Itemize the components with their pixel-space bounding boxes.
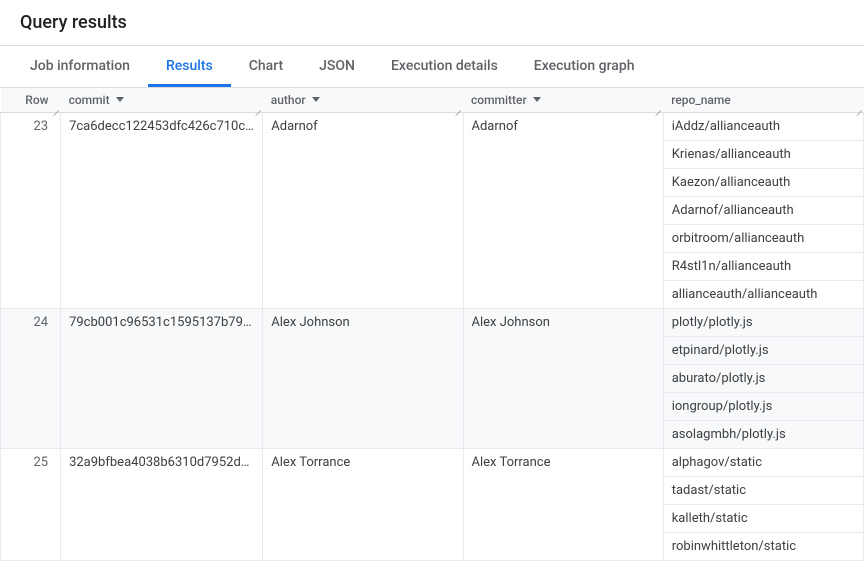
col-header-row[interactable]: Row: [1, 88, 61, 112]
table-row: 2479cb001c96531c1595137b79b...Alex Johns…: [1, 308, 864, 336]
cell-repo-name: Kaezon/allianceauth: [663, 168, 863, 196]
cell-repo-name: tadast/static: [663, 476, 863, 504]
chevron-down-icon[interactable]: [312, 97, 320, 102]
cell-committer: Alex Torrance: [463, 448, 663, 560]
tab-results[interactable]: Results: [148, 46, 231, 87]
cell-repo-name: kalleth/static: [663, 504, 863, 532]
tab-chart[interactable]: Chart: [231, 46, 301, 87]
col-header-commit-label: commit: [69, 93, 110, 107]
cell-repo-name: etpinard/plotly.js: [663, 336, 863, 364]
cell-repo-name: iongroup/plotly.js: [663, 392, 863, 420]
cell-author: Alex Johnson: [263, 308, 463, 448]
cell-repo-name: Krienas/allianceauth: [663, 140, 863, 168]
cell-repo-name: asolagmbh/plotly.js: [663, 420, 863, 448]
cell-repo-name: aburato/plotly.js: [663, 364, 863, 392]
cell-repo-name: iAddz/allianceauth: [663, 112, 863, 140]
table-row: 237ca6decc122453dfc426c710c9...AdarnofAd…: [1, 112, 864, 140]
cell-repo-name: robinwhittleton/static: [663, 532, 863, 560]
col-header-author-label: author: [271, 93, 306, 107]
cell-repo-name: plotly/plotly.js: [663, 308, 863, 336]
chevron-down-icon[interactable]: [533, 97, 541, 102]
resize-handle-icon[interactable]: [653, 103, 661, 111]
cell-commit: 32a9bfbea4038b6310d7952d1...: [61, 448, 263, 560]
results-table: Row commit author committer: [0, 88, 864, 561]
tab-json[interactable]: JSON: [301, 46, 373, 87]
cell-author: Alex Torrance: [263, 448, 463, 560]
col-header-repo-name[interactable]: repo_name: [663, 88, 863, 112]
tab-execution-details[interactable]: Execution details: [373, 46, 516, 87]
col-header-committer[interactable]: committer: [463, 88, 663, 112]
tab-job-information[interactable]: Job information: [12, 46, 148, 87]
tab-execution-graph[interactable]: Execution graph: [516, 46, 653, 87]
results-tabs: Job information Results Chart JSON Execu…: [0, 46, 864, 88]
resize-handle-icon[interactable]: [453, 103, 461, 111]
resize-handle-icon[interactable]: [854, 103, 862, 111]
cell-commit: 79cb001c96531c1595137b79b...: [61, 308, 263, 448]
cell-author: Adarnof: [263, 112, 463, 308]
col-header-row-label: Row: [25, 93, 48, 107]
col-header-author[interactable]: author: [263, 88, 463, 112]
resize-handle-icon[interactable]: [51, 103, 59, 111]
col-header-commit[interactable]: commit: [61, 88, 263, 112]
cell-repo-name: allianceauth/allianceauth: [663, 280, 863, 308]
col-header-repo-label: repo_name: [671, 93, 731, 107]
cell-committer: Alex Johnson: [463, 308, 663, 448]
cell-row-number: 23: [1, 112, 61, 308]
cell-commit: 7ca6decc122453dfc426c710c9...: [61, 112, 263, 308]
resize-handle-icon[interactable]: [253, 103, 261, 111]
results-table-scroll[interactable]: Row commit author committer: [0, 88, 864, 561]
chevron-down-icon[interactable]: [116, 97, 124, 102]
cell-repo-name: R4stl1n/allianceauth: [663, 252, 863, 280]
page-title: Query results: [0, 0, 864, 46]
cell-committer: Adarnof: [463, 112, 663, 308]
cell-repo-name: Adarnof/allianceauth: [663, 196, 863, 224]
cell-repo-name: alphagov/static: [663, 448, 863, 476]
table-row: 2532a9bfbea4038b6310d7952d1...Alex Torra…: [1, 448, 864, 476]
cell-repo-name: orbitroom/allianceauth: [663, 224, 863, 252]
col-header-committer-label: committer: [471, 93, 527, 107]
cell-row-number: 24: [1, 308, 61, 448]
cell-row-number: 25: [1, 448, 61, 560]
